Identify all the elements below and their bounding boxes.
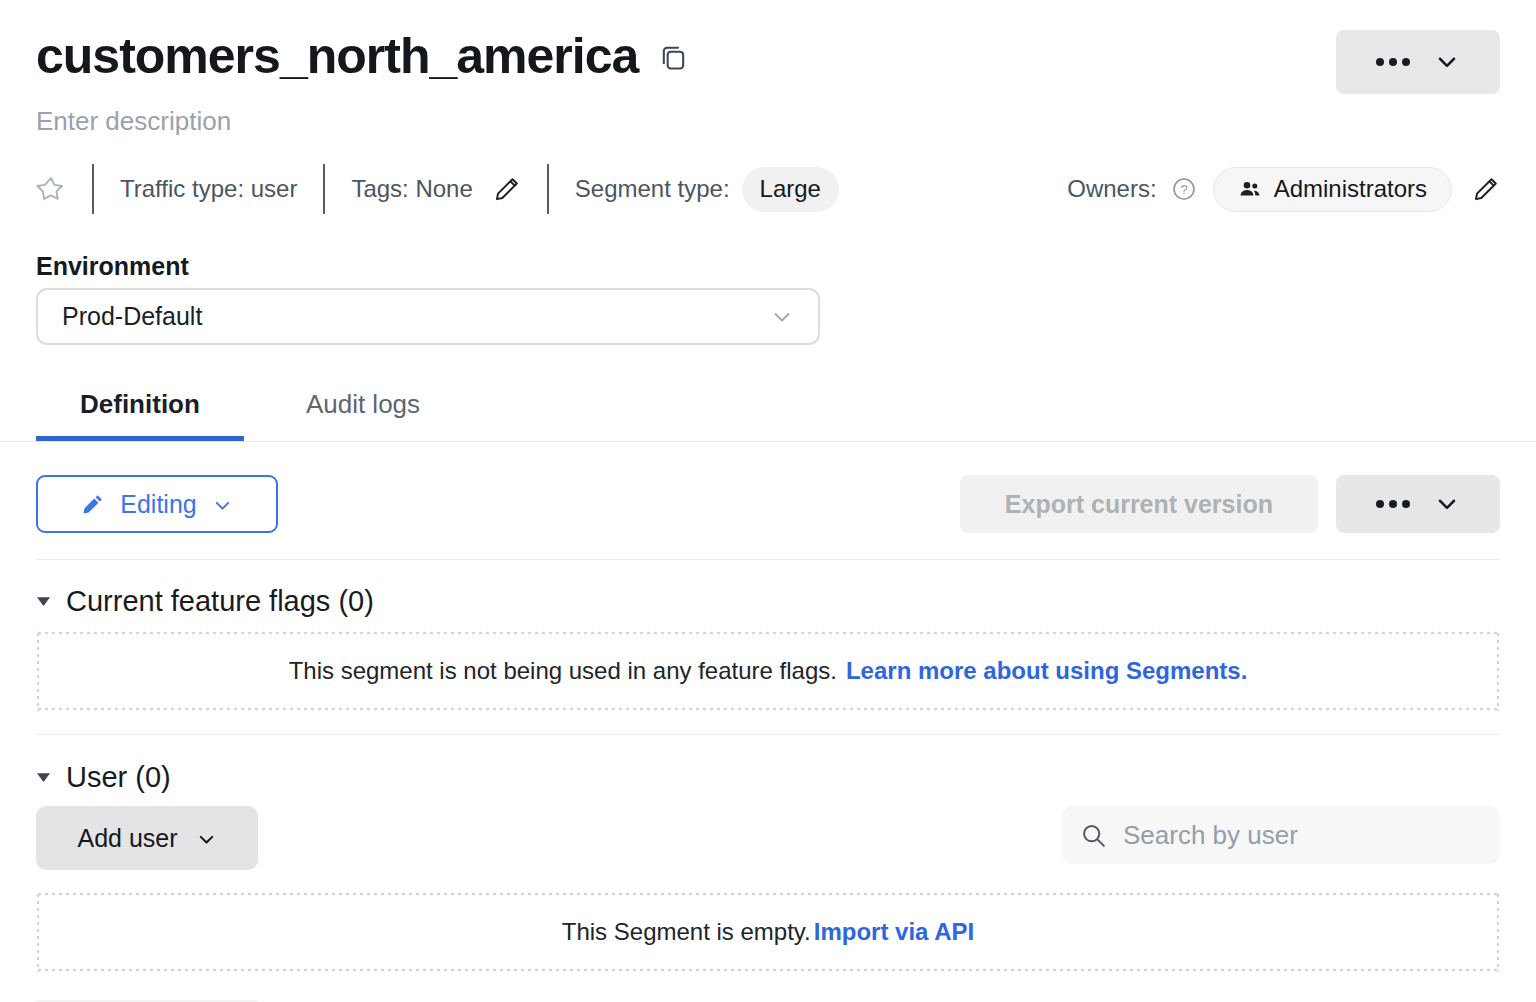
environment-select[interactable]: Prod-Default [36,288,820,345]
environment-selected-value: Prod-Default [62,302,202,331]
editing-label: Editing [120,490,196,519]
add-user-label: Add user [77,824,177,853]
user-empty-text: This Segment is empty. [562,918,811,946]
meta-row: Traffic type: user Tags: None Segment ty… [36,168,1500,210]
tags-label: Tags: None [351,175,472,203]
user-heading: User (0) [66,761,171,793]
chevron-down-icon [196,829,217,850]
divider [547,164,549,214]
user-search [1062,806,1500,864]
owners-group: Owners: ? Administrators [1067,167,1500,212]
header-more-actions-button[interactable] [1336,30,1500,94]
svg-text:?: ? [1180,182,1187,197]
chevron-down-icon [770,305,794,329]
collapse-triangle-icon [36,770,51,785]
feature-flags-empty-state: This segment is not being used in any fe… [36,631,1500,711]
search-by-user-input[interactable] [1121,819,1483,852]
user-toolbar: Add user [36,806,1500,870]
chevron-down-icon [212,495,233,516]
learn-more-link[interactable]: Learn more about using Segments. [846,657,1247,685]
chevron-down-icon [1434,49,1460,75]
search-icon [1079,821,1108,850]
editing-mode-button[interactable]: Editing [36,475,278,533]
add-user-button[interactable]: Add user [36,806,258,870]
copy-icon[interactable] [658,42,689,77]
pencil-icon [81,492,105,516]
collapse-triangle-icon [36,594,51,609]
user-empty-state: This Segment is empty. Import via API [36,892,1500,972]
owners-label: Owners: [1067,175,1156,203]
owners-badge[interactable]: Administrators [1213,167,1452,212]
traffic-type-label: Traffic type: user [120,175,297,203]
chevron-down-icon [1434,491,1460,517]
definition-toolbar: Editing Export current version [36,475,1500,533]
feature-flags-heading: Current feature flags (0) [66,585,374,617]
ellipsis-icon [1376,58,1410,66]
divider [323,164,325,214]
environment-label: Environment [36,252,1500,280]
segment-type-label: Segment type: [575,175,730,203]
help-icon[interactable]: ? [1171,176,1197,202]
definition-more-actions-button[interactable] [1336,475,1500,533]
tab-audit-logs[interactable]: Audit logs [262,373,464,441]
feature-flags-section-header[interactable]: Current feature flags (0) [36,585,1500,617]
star-icon[interactable] [36,174,66,204]
segment-type-badge: Large [742,167,839,212]
edit-owners-icon[interactable] [1472,175,1500,203]
people-icon [1238,177,1262,201]
divider [92,164,94,214]
tab-bar: Definition Audit logs [0,373,1536,442]
segment-detail-page: customers_north_america Enter descriptio… [0,0,1536,1002]
import-via-api-link[interactable]: Import via API [814,918,974,946]
description-placeholder[interactable]: Enter description [36,106,1500,136]
ellipsis-icon [1376,500,1410,508]
edit-tags-icon[interactable] [493,175,521,203]
user-section-header[interactable]: User (0) [36,761,1500,793]
owners-value: Administrators [1274,175,1427,203]
page-title: customers_north_america [36,30,638,82]
horizontal-divider [36,734,1500,735]
feature-flags-empty-text: This segment is not being used in any fe… [289,657,837,685]
export-current-version-button[interactable]: Export current version [960,475,1318,533]
title-row: customers_north_america [36,0,1500,82]
tab-definition[interactable]: Definition [36,373,244,441]
horizontal-divider [36,559,1500,560]
